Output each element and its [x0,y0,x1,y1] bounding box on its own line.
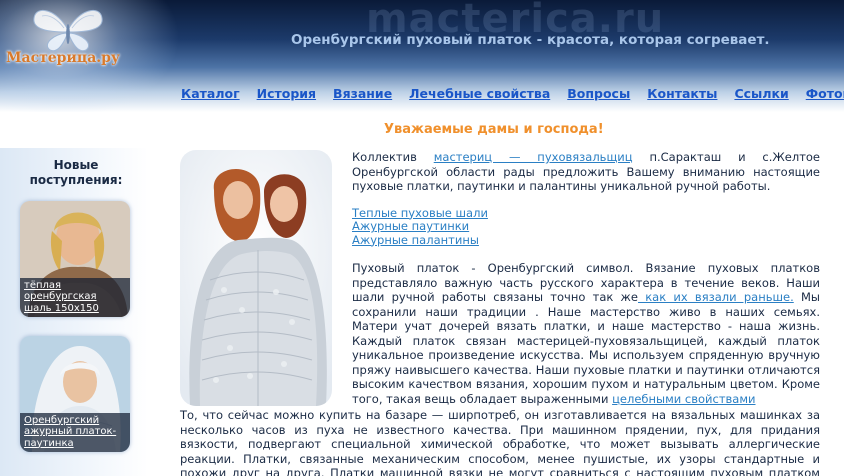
nav-knitting[interactable]: Вязание [333,86,392,101]
nav-catalog[interactable]: Каталог [181,86,240,101]
nav-contacts[interactable]: Контакты [647,86,717,101]
card-caption-link[interactable]: Оренбургский ажурный платок-паутинка [20,412,130,452]
site-logo[interactable]: Мастерица.ру [4,4,124,70]
tradition-link[interactable]: как их вязали раньше. [638,290,794,304]
main-content: Коллектив мастериц — пуховязальщиц п.Сар… [352,150,820,406]
link-warm-shawls[interactable]: Теплые пуховые шали [352,206,488,220]
nav-history[interactable]: История [257,86,316,101]
new-arrivals-sidebar: Новые поступления: тёплая оренбургская ш… [0,148,148,476]
butterfly-logo-icon [33,9,103,52]
new-arrival-card[interactable]: тёплая оренбургская шаль 150x150 [20,201,130,317]
product-links: Теплые пуховые шали Ажурные паутинки Ажу… [352,206,820,248]
link-lace-shawls[interactable]: Ажурные паутинки [352,219,469,233]
nav-photo-gallery[interactable]: Фотогалерея [806,86,844,101]
site-slogan: Оренбургский пуховый платок - красота, к… [291,32,770,48]
nav-questions[interactable]: Вопросы [567,86,630,101]
logo-text: Мастерица.ру [6,50,120,66]
main-nav: Каталог История Вязание Лечебные свойств… [181,86,844,101]
new-arrival-card[interactable]: Оренбургский ажурный платок-паутинка [20,336,130,452]
hero-photo-two-women [180,150,332,406]
intro-paragraph: Коллектив мастериц — пуховязальщиц п.Сар… [352,150,820,194]
sidebar-title: Новые поступления: [29,158,123,187]
card-caption-link[interactable]: тёплая оренбургская шаль 150x150 [20,277,130,317]
nav-healing-properties[interactable]: Лечебные свойства [409,86,550,101]
market-warning-paragraph: То, что сейчас можно купить на базаре — … [180,408,820,476]
about-paragraph: Пуховый платок - Оренбургский символ. Вя… [352,261,820,406]
nav-links[interactable]: Ссылки [734,86,788,101]
healing-properties-link[interactable]: целебными свойствами [612,392,755,406]
link-lace-stoles[interactable]: Ажурные палантины [352,233,479,247]
page-heading: Уважаемые дамы и господа! [384,122,604,137]
site-header: macterica.ru Мастерица.ру Оренбургский п… [0,0,844,112]
hero-image [180,150,332,406]
masters-link[interactable]: мастериц — пуховязальщиц [434,150,633,164]
intro-text-start: Коллектив [352,150,434,164]
about-text-middle: Мы сохранили наши традиции . Наше мастер… [352,290,820,406]
